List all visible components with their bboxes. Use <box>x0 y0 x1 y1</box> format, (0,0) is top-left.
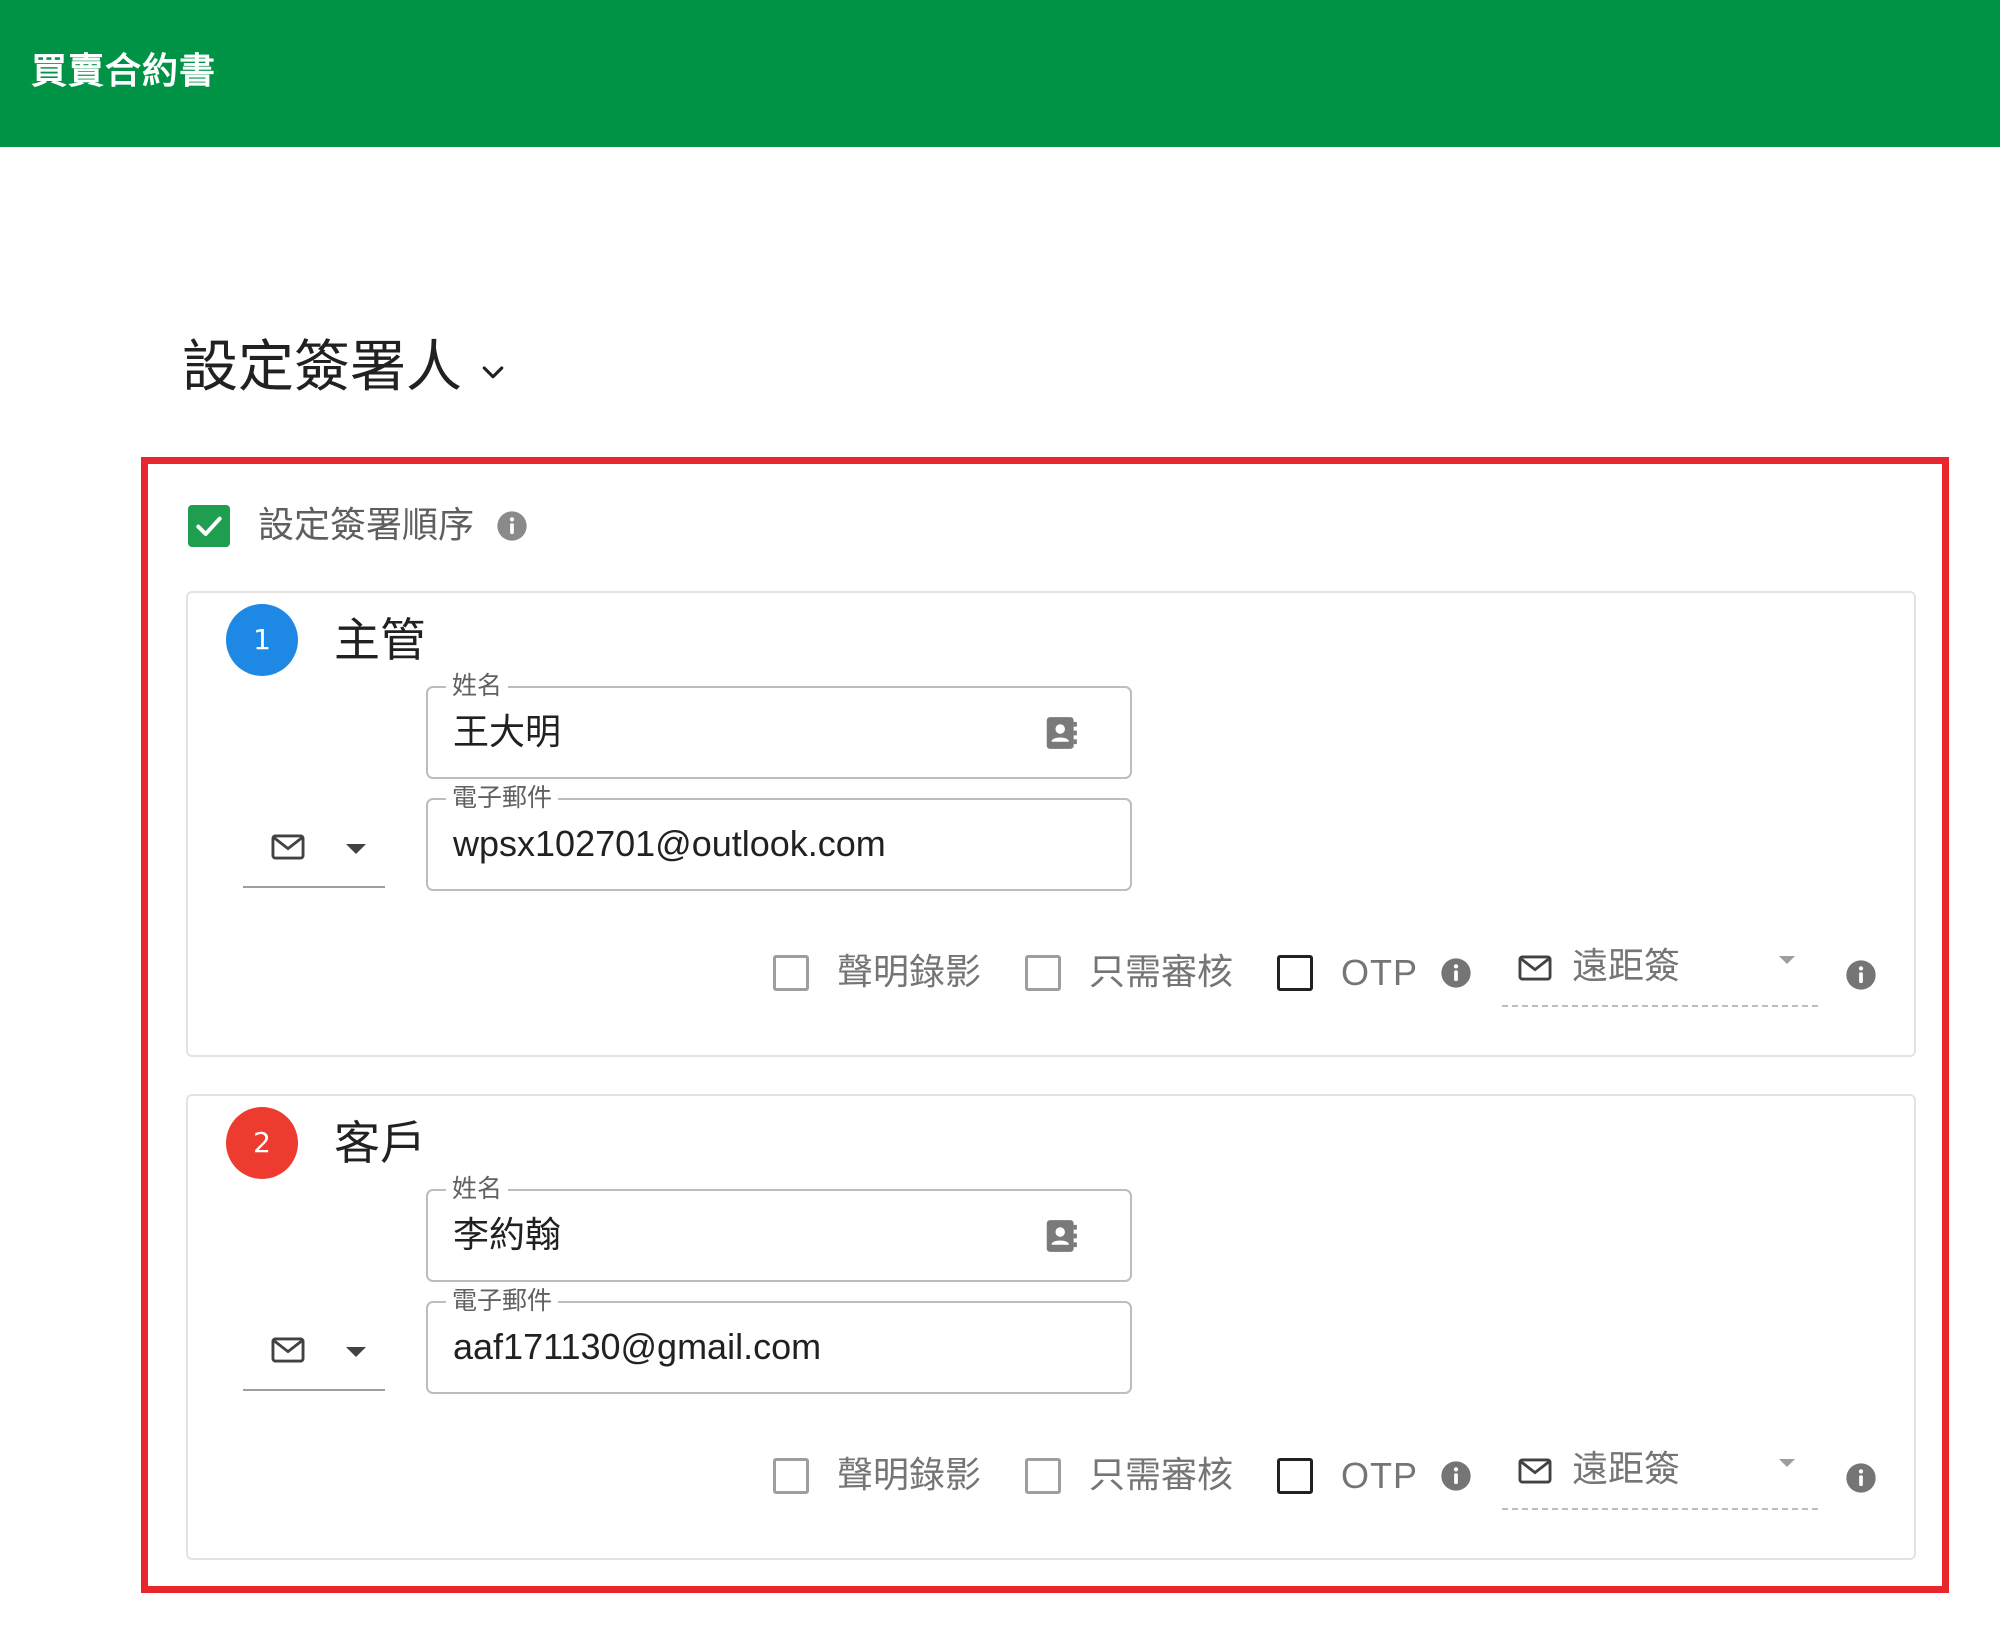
mail-icon <box>1518 1458 1552 1484</box>
remote-sign-select[interactable]: 遠距簽 <box>1502 935 1818 1007</box>
otp-option[interactable]: OTP <box>1277 1446 1472 1506</box>
name-field-value: 王大明 <box>453 711 562 752</box>
remote-sign-label: 遠距簽 <box>1572 1449 1681 1490</box>
info-icon[interactable] <box>1440 957 1472 989</box>
mail-icon <box>1518 955 1552 981</box>
mail-icon <box>271 1337 305 1363</box>
review-only-label: 只需審核 <box>1089 1455 1234 1496</box>
name-field-label: 姓名 <box>446 1174 509 1204</box>
review-only-checkbox[interactable] <box>1025 1458 1061 1494</box>
signing-order-checkbox[interactable] <box>188 505 230 547</box>
video-statement-option[interactable]: 聲明錄影 <box>773 943 981 1003</box>
email-field[interactable]: 電子郵件 aaf171130@gmail.com <box>426 1286 1132 1394</box>
signing-order-label: 設定簽署順序 <box>258 505 475 546</box>
otp-label: OTP <box>1341 952 1419 993</box>
chevron-down-icon <box>482 366 504 379</box>
name-field-label: 姓名 <box>446 671 509 701</box>
signer-card: 2 客戶 姓名 李約翰 電子郵件 aaf171130@gmail.com 聲明錄… <box>186 1094 1916 1560</box>
info-icon[interactable] <box>1440 1460 1472 1492</box>
review-only-label: 只需審核 <box>1089 952 1234 993</box>
signer-role: 客戶 <box>334 1116 426 1170</box>
signer-options-row: 聲明錄影 只需審核 OTP 遠距簽 <box>188 1446 1914 1526</box>
remote-sign-select[interactable]: 遠距簽 <box>1502 1438 1818 1510</box>
contact-book-icon[interactable] <box>1042 714 1080 752</box>
caret-down-icon <box>1779 1459 1795 1467</box>
caret-down-icon <box>346 1347 366 1357</box>
check-icon <box>196 516 222 536</box>
signing-order-row: 設定簽署順序 <box>188 502 528 550</box>
info-icon[interactable] <box>496 510 528 542</box>
step-badge: 2 <box>226 1107 298 1179</box>
notify-channel-select[interactable] <box>243 1321 385 1391</box>
caret-down-icon <box>346 844 366 854</box>
otp-label: OTP <box>1341 1455 1419 1496</box>
name-field[interactable]: 姓名 李約翰 <box>426 1174 1132 1282</box>
app-header: 買賣合約書 <box>0 0 2000 147</box>
caret-down-icon <box>1779 956 1795 964</box>
email-field-label: 電子郵件 <box>446 783 559 813</box>
info-icon[interactable] <box>1845 959 1877 991</box>
otp-checkbox[interactable] <box>1277 955 1313 991</box>
video-statement-checkbox[interactable] <box>773 1458 809 1494</box>
otp-option[interactable]: OTP <box>1277 943 1472 1003</box>
video-statement-label: 聲明錄影 <box>837 1455 982 1496</box>
video-statement-label: 聲明錄影 <box>837 952 982 993</box>
email-field[interactable]: 電子郵件 wpsx102701@outlook.com <box>426 783 1132 891</box>
step-badge: 1 <box>226 604 298 676</box>
review-only-option[interactable]: 只需審核 <box>1025 943 1233 1003</box>
review-only-checkbox[interactable] <box>1025 955 1061 991</box>
otp-checkbox[interactable] <box>1277 1458 1313 1494</box>
signer-role: 主管 <box>334 613 426 667</box>
video-statement-option[interactable]: 聲明錄影 <box>773 1446 981 1506</box>
email-field-value: aaf171130@gmail.com <box>453 1326 822 1367</box>
mail-icon <box>271 834 305 860</box>
email-field-value: wpsx102701@outlook.com <box>453 823 886 864</box>
video-statement-checkbox[interactable] <box>773 955 809 991</box>
document-title: 買賣合約書 <box>31 51 217 92</box>
signer-settings-panel: 設定簽署順序 1 主管 姓名 王大明 電子郵件 wpsx102701@outlo… <box>141 457 1949 1593</box>
section-title: 設定簽署人 <box>182 335 462 400</box>
remote-sign-label: 遠距簽 <box>1572 946 1681 987</box>
name-field-value: 李約翰 <box>453 1214 562 1255</box>
info-icon[interactable] <box>1845 1462 1877 1494</box>
contact-book-icon[interactable] <box>1042 1217 1080 1255</box>
notify-channel-select[interactable] <box>243 818 385 888</box>
review-only-option[interactable]: 只需審核 <box>1025 1446 1233 1506</box>
signer-card: 1 主管 姓名 王大明 電子郵件 wpsx102701@outlook.com … <box>186 591 1916 1057</box>
signer-options-row: 聲明錄影 只需審核 OTP 遠距簽 <box>188 943 1914 1023</box>
name-field[interactable]: 姓名 王大明 <box>426 671 1132 779</box>
section-heading[interactable]: 設定簽署人 <box>182 332 508 404</box>
email-field-label: 電子郵件 <box>446 1286 559 1316</box>
